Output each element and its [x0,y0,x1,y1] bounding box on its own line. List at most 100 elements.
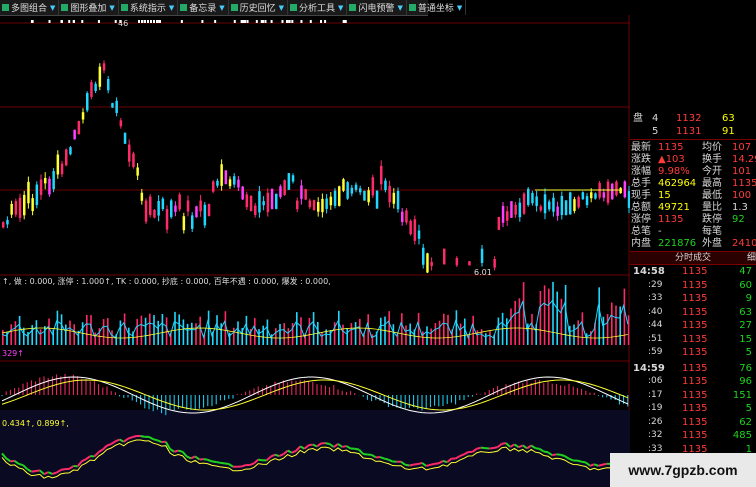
candle-body [623,181,627,198]
candle-body [581,192,585,200]
candle-body [245,194,249,208]
candle-body [10,203,13,215]
indicator-bar [548,288,550,345]
candle-body [506,211,509,221]
candle-body [585,196,589,206]
candle-body [186,200,190,212]
tick-time: :26 [648,416,663,427]
toolbar-item-3[interactable]: 备忘录 ▼ [178,0,229,15]
indicator-bar [300,317,302,345]
tick-price: 1135 [682,362,708,374]
indicator-bar [611,302,613,345]
indicator2-legend: 329↑ [2,349,24,358]
candle-body [39,179,43,195]
indicator-bar [615,305,617,345]
candle-body [157,200,160,216]
ticks-header: 分时成交 细 [630,251,756,265]
candle-body [258,191,261,213]
oscillator-segment [535,447,540,450]
indicator-bar [527,323,529,345]
signal-marker [68,20,71,23]
oscillator-segment [131,435,137,439]
stat-label: 内盘 [631,238,651,249]
candle-body [548,201,551,210]
tick-price: 1135 [682,293,708,304]
candle-body [149,196,152,216]
indicator-bar [228,332,231,345]
oscillator-segment [425,463,431,467]
oscillator-segment [224,462,229,466]
oscillator-segment [106,443,112,447]
indicator-bar [485,333,487,345]
indicator-bar [149,313,151,345]
toolbar-icon [61,4,69,11]
tick-time: :17 [648,389,663,400]
tick-volume: 27 [739,320,752,331]
candle-body [98,66,102,87]
signal-marker [60,20,63,23]
oscillator-segment [18,462,24,467]
indicator-bar [266,319,269,345]
candle-body [342,179,345,191]
toolbar-item-label: 分析工具 [299,4,336,14]
signal-marker [81,20,84,23]
toolbar-icon [290,4,298,11]
candle-body [119,120,123,127]
tick-time: :44 [648,320,663,330]
candle-body [527,188,530,205]
oscillator-segment [178,449,183,453]
indicator-bar [136,318,138,345]
ticks-header-label: 细 [747,253,756,263]
indicator-bar [153,315,155,345]
toolbar-item-4[interactable]: 历史回忆 ▼ [229,0,289,15]
indicator-bar [287,328,290,345]
indicator-bar [107,318,109,345]
tick-time: 14:58 [633,266,665,277]
oscillator-segment [31,470,36,473]
candle-body [396,190,400,210]
indicator-bar [489,331,491,345]
oscillator-segment [405,463,410,467]
dropdown-arrow-icon: ▼ [168,3,175,12]
toolbar-item-7[interactable]: 普通坐标 ▼ [407,0,467,15]
tick-row: :59 1135 5 [630,346,756,359]
indicator-bar [392,324,395,345]
oscillator-segment [220,461,225,465]
order-book-row: 盘 4 1132 63 [630,112,756,125]
oscillator-segment [258,458,263,462]
indicator-bar [18,315,21,345]
tick-volume: 15 [739,333,752,345]
dea-line [1,379,628,411]
toolbar-item-1[interactable]: 图形叠加 ▼ [59,0,119,15]
candle-body [606,181,610,203]
toolbar-item-0[interactable]: 多图组合 ▼ [0,0,60,15]
signal-marker [342,20,345,23]
candle-body [317,202,320,212]
oscillator-segment [241,464,246,468]
indicator-bar [254,318,256,345]
tick-price: 1135 [682,347,708,358]
candle-body [590,192,593,199]
indicator-bar [94,332,96,345]
indicator-bar [623,288,626,345]
toolbar-item-2[interactable]: 系统指示 ▼ [119,0,179,15]
dropdown-arrow-icon: ▼ [50,3,56,12]
order-book-volume: 63 [722,113,735,124]
oscillator-segment [354,447,360,451]
indicator-bar [191,322,193,345]
toolbar-icon [408,4,416,11]
candle-body [178,194,181,210]
candle-body [2,222,5,228]
oscillator-segment [127,436,133,440]
toolbar-icon [120,4,128,11]
toolbar-item-6[interactable]: 闪电预警 ▼ [347,0,407,15]
candle-body [329,196,333,206]
toolbar-item-5[interactable]: 分析工具 ▼ [288,0,348,15]
oscillator-segment [341,445,347,448]
candle-body [413,219,417,241]
candle-body [195,206,198,218]
tick-volume: 47 [739,266,752,277]
signal-marker [246,20,249,23]
toolbar-icon [230,4,238,11]
tick-time: 14:59 [633,362,665,374]
